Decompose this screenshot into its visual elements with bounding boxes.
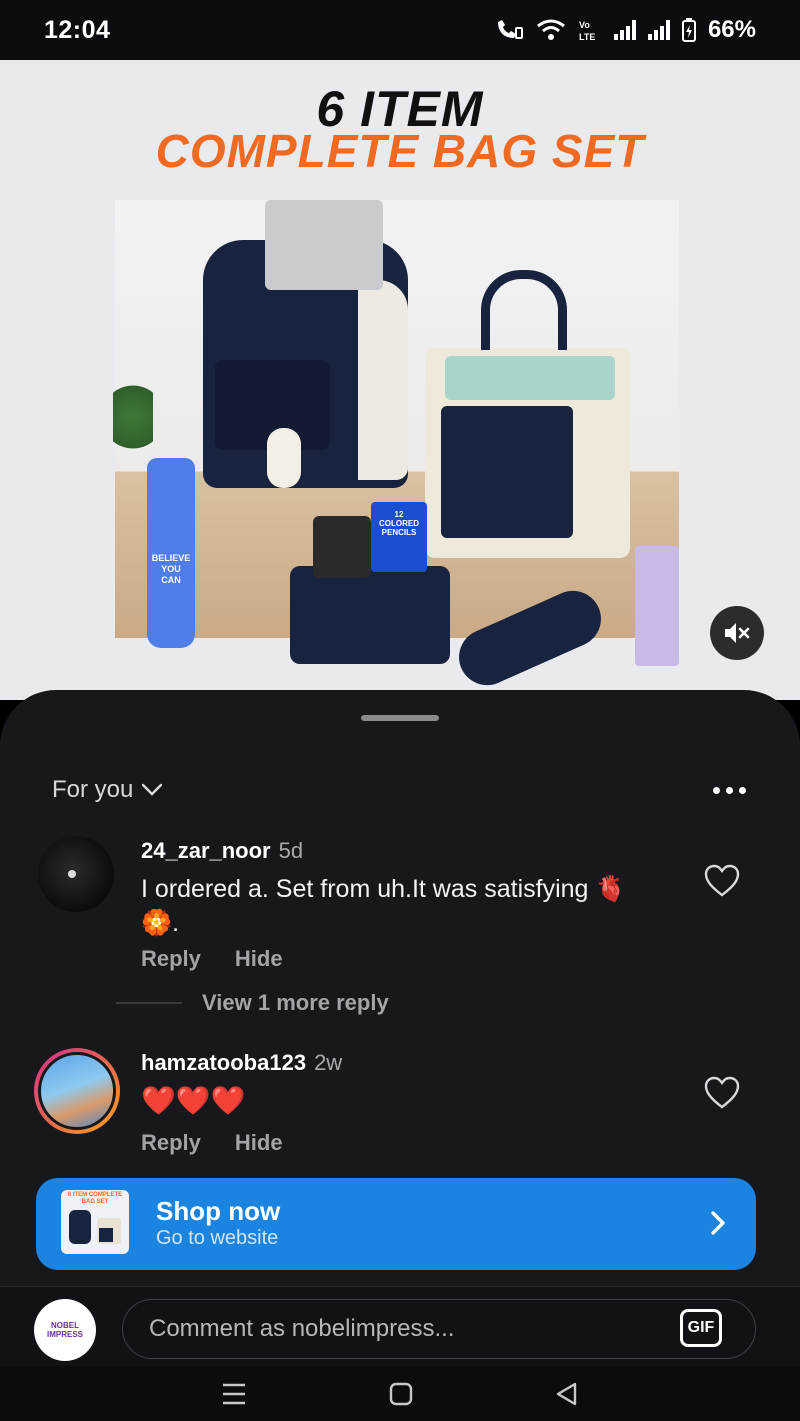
like-heart-icon[interactable] bbox=[704, 864, 740, 898]
shop-now-banner[interactable]: 6 ITEM COMPLETE BAG SET Shop now Go to w… bbox=[36, 1178, 756, 1270]
comment-input[interactable] bbox=[122, 1299, 756, 1359]
comment-sort-dropdown[interactable]: For you bbox=[52, 776, 163, 804]
colored-pencils-image: 12 COLORED PENCILS bbox=[371, 502, 427, 572]
comment-actions: Reply Hide bbox=[141, 1130, 283, 1156]
books-image bbox=[445, 356, 615, 400]
comments-header: For you bbox=[52, 770, 752, 810]
comment-username[interactable]: hamzatooba123 2w bbox=[141, 1050, 342, 1076]
comment-composer: NOBEL IMPRESS GIF bbox=[0, 1286, 800, 1366]
view-more-replies[interactable]: View 1 more reply bbox=[116, 990, 389, 1016]
calculator-image bbox=[313, 516, 371, 578]
comment-time: 5d bbox=[278, 838, 304, 863]
system-nav-bar bbox=[0, 1366, 800, 1421]
signal-icon bbox=[613, 20, 636, 40]
comment-time: 2w bbox=[314, 1050, 343, 1075]
more-options-button[interactable] bbox=[707, 781, 752, 800]
wifi-call-icon bbox=[497, 20, 523, 39]
reply-button[interactable]: Reply bbox=[141, 1130, 201, 1156]
sort-label: For you bbox=[52, 776, 134, 803]
status-bar: 12:04 Vo LTE 66% bbox=[0, 0, 800, 60]
svg-text:LTE: LTE bbox=[579, 32, 595, 42]
chevron-down-icon bbox=[142, 783, 163, 796]
svg-text:Vo: Vo bbox=[579, 20, 590, 30]
notebook-stack-image bbox=[635, 546, 679, 666]
chevron-right-icon bbox=[711, 1211, 725, 1235]
self-avatar-text: NOBEL IMPRESS bbox=[46, 1321, 83, 1339]
gif-button[interactable]: GIF bbox=[680, 1309, 722, 1347]
comment-actions: Reply Hide bbox=[141, 946, 283, 972]
pencil-case-image bbox=[450, 581, 610, 695]
comment-username[interactable]: 24_zar_noor 5d bbox=[141, 838, 303, 864]
plant-image bbox=[113, 385, 153, 465]
avatar[interactable] bbox=[34, 1048, 120, 1134]
shop-title: Shop now bbox=[156, 1196, 281, 1226]
speaker-muted-icon bbox=[725, 623, 750, 643]
shop-thumb-text: 6 ITEM COMPLETE BAG SET bbox=[67, 1192, 123, 1205]
status-icons: Vo LTE 66% bbox=[494, 16, 756, 44]
shop-thumbnail: 6 ITEM COMPLETE BAG SET bbox=[61, 1190, 129, 1254]
back-icon[interactable] bbox=[555, 1382, 579, 1406]
post-media[interactable]: 6 ITEM COMPLETE BAG SET BELIEVE YOU CAN … bbox=[0, 60, 800, 700]
hide-button[interactable]: Hide bbox=[235, 1130, 283, 1156]
promo-title-line2: COMPLETE BAG SET bbox=[155, 125, 645, 177]
laptop-image bbox=[265, 200, 383, 290]
signal-icon-2 bbox=[647, 20, 670, 40]
comment-text: ❤️❤️❤️ bbox=[141, 1085, 246, 1116]
like-heart-icon[interactable] bbox=[704, 1076, 740, 1110]
comment-text: I ordered a. Set from uh.It was satisfyi… bbox=[141, 875, 627, 937]
wifi-icon bbox=[537, 19, 565, 40]
bear-keychain-image bbox=[267, 428, 301, 488]
home-icon[interactable] bbox=[389, 1382, 413, 1406]
pencils-label: 12 COLORED PENCILS bbox=[379, 510, 419, 537]
battery-percent: 66% bbox=[707, 16, 756, 43]
mute-button[interactable] bbox=[710, 606, 764, 660]
battery-charging-icon bbox=[681, 18, 696, 42]
view-more-label: View 1 more reply bbox=[202, 990, 389, 1015]
sheet-drag-handle[interactable] bbox=[361, 715, 439, 721]
product-photo: BELIEVE YOU CAN 12 COLORED PENCILS bbox=[113, 200, 679, 695]
pouch-image bbox=[290, 566, 450, 664]
comments-sheet: For you 24_zar_noor 5d I ordered a. Set f… bbox=[0, 690, 800, 1421]
hide-button[interactable]: Hide bbox=[235, 946, 283, 972]
avatar[interactable] bbox=[38, 836, 114, 912]
recents-icon[interactable] bbox=[221, 1382, 247, 1406]
shop-subtitle: Go to website bbox=[156, 1227, 279, 1249]
avatar[interactable]: NOBEL IMPRESS bbox=[34, 1299, 96, 1361]
volte-icon: Vo LTE bbox=[579, 20, 595, 42]
bottle-text: BELIEVE YOU CAN bbox=[151, 553, 191, 585]
water-bottle-image: BELIEVE YOU CAN bbox=[147, 458, 195, 648]
status-time: 12:04 bbox=[44, 15, 111, 44]
reply-button[interactable]: Reply bbox=[141, 946, 201, 972]
